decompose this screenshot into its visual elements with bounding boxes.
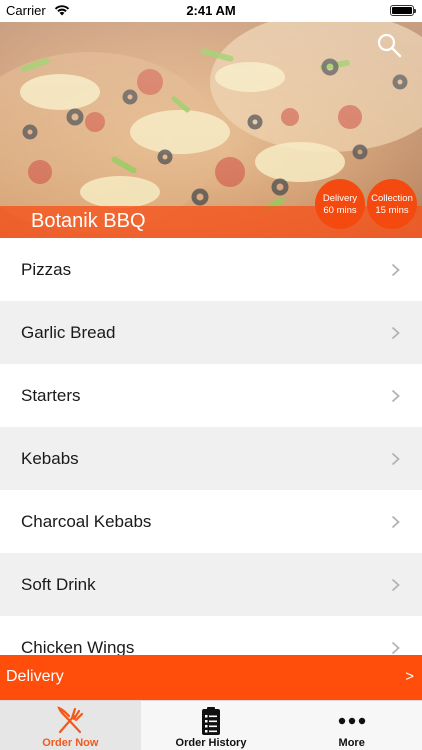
search-icon[interactable] [376, 32, 402, 58]
chevron-right-icon [391, 263, 400, 276]
menu-item-label: Garlic Bread [21, 322, 116, 342]
tab-label: More [338, 737, 365, 749]
more-dots-icon [338, 717, 365, 725]
delivery-mode-label: Delivery [6, 668, 64, 685]
delivery-arrow: > [405, 668, 414, 685]
menu-item-label: Charcoal Kebabs [21, 511, 152, 531]
menu-item-label: Starters [21, 385, 81, 405]
chevron-right-icon [391, 326, 400, 339]
collection-time-badge: Collection 15 mins [367, 179, 417, 229]
fork-knife-icon [57, 706, 84, 734]
tab-label: Order Now [42, 737, 99, 749]
delivery-badge-label: Delivery [322, 193, 358, 204]
delivery-time-badge: Delivery 60 mins [315, 179, 365, 229]
tab-order-history[interactable]: Order History [141, 701, 282, 750]
menu-item-starters[interactable]: Starters [0, 364, 422, 427]
receipt-icon [202, 707, 220, 735]
restaurant-name: Botanik BBQ [31, 210, 146, 232]
menu-item-charcoal-kebabs[interactable]: Charcoal Kebabs [0, 490, 422, 553]
menu-category-list[interactable]: Pizzas Garlic Bread Starters Kebabs Char… [0, 238, 422, 655]
battery-icon [390, 5, 416, 16]
chevron-right-icon [391, 515, 400, 528]
tab-order-now[interactable]: Order Now [0, 701, 141, 750]
status-bar: Carrier 2:41 AM [0, 0, 422, 22]
chevron-right-icon [391, 452, 400, 465]
delivery-badge-time: 60 mins [323, 205, 357, 216]
menu-item-kebabs[interactable]: Kebabs [0, 427, 422, 490]
chevron-right-icon [391, 389, 400, 402]
chevron-right-icon [391, 641, 400, 654]
delivery-mode-bar[interactable]: Delivery > [0, 655, 422, 700]
tab-label: Order History [175, 737, 247, 749]
menu-item-label: Pizzas [21, 259, 72, 279]
menu-item-label: Chicken Wings [21, 637, 135, 656]
menu-item-garlic-bread[interactable]: Garlic Bread [0, 301, 422, 364]
collection-badge-label: Collection [371, 193, 413, 204]
menu-item-chicken-wings[interactable]: Chicken Wings [0, 616, 422, 655]
bottom-tab-bar: Order Now Order History More [0, 700, 422, 750]
hero-banner: Botanik BBQ Delivery 60 mins Collection … [0, 22, 422, 238]
menu-item-soft-drink[interactable]: Soft Drink [0, 553, 422, 616]
clock-time: 2:41 AM [186, 3, 236, 18]
tab-more[interactable]: More [281, 701, 422, 750]
menu-item-label: Kebabs [21, 448, 79, 468]
menu-item-pizzas[interactable]: Pizzas [0, 238, 422, 301]
chevron-right-icon [391, 578, 400, 591]
collection-badge-time: 15 mins [375, 205, 409, 216]
menu-item-label: Soft Drink [21, 574, 96, 594]
